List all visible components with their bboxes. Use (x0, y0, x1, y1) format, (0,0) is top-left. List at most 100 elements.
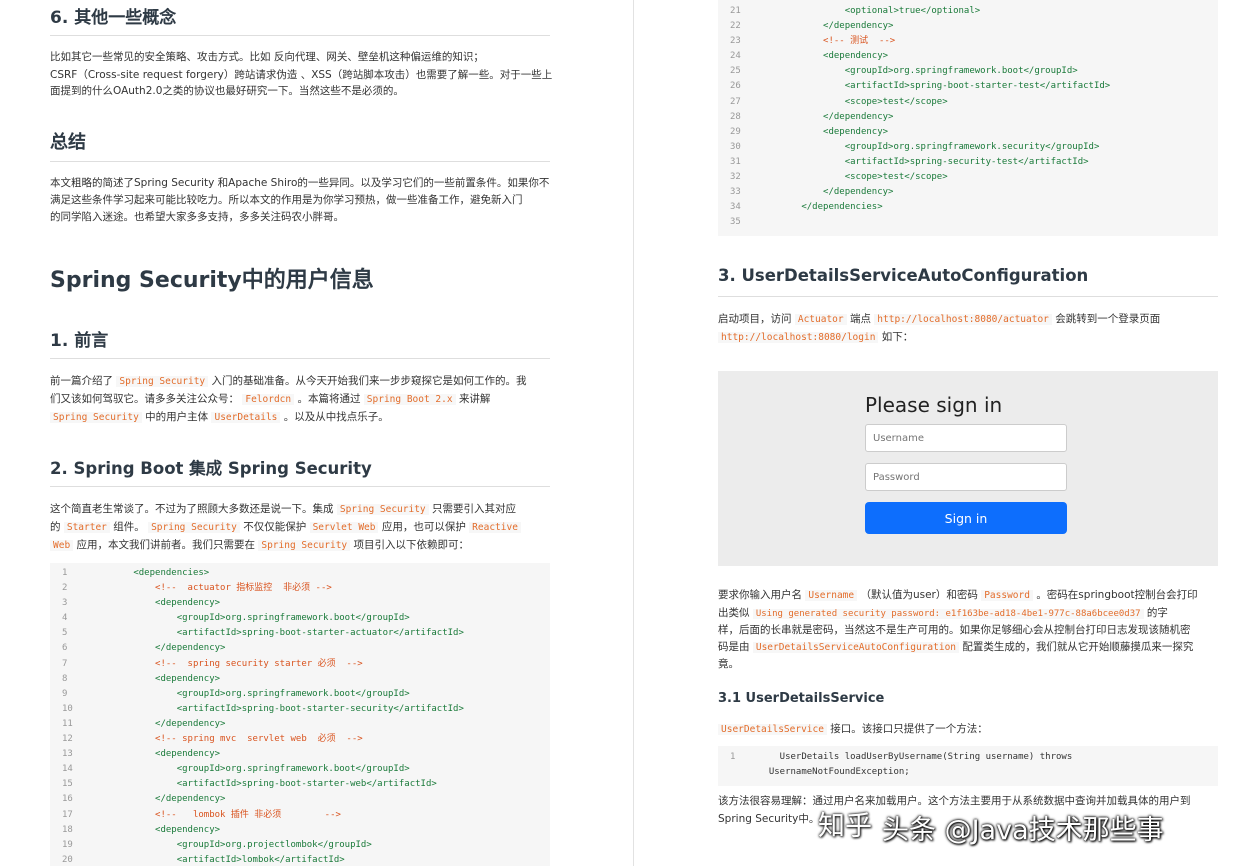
code-line: 22 </dependency> (718, 19, 1218, 34)
code-line: 1 <dependencies> (50, 566, 550, 581)
line-number: 29 (730, 126, 741, 137)
text-span: 的 (50, 521, 61, 533)
code-text: <dependency> (758, 126, 889, 137)
code-text: </dependency> (90, 718, 226, 729)
code-line: 24 <dependency> (718, 49, 1218, 64)
code-line: 18 <dependency> (50, 823, 550, 838)
line-number: 34 (730, 202, 741, 213)
code-line: 34 </dependencies> (718, 200, 1218, 215)
code-text: <!-- lombok 插件 非必须 --> (90, 809, 341, 820)
code-line: 25 <groupId>org.springframework.boot</gr… (718, 64, 1218, 79)
section-1-rule (50, 358, 550, 359)
ending-line-2: Spring Security中。 (718, 813, 820, 825)
sign-in-button[interactable]: Sign in (865, 502, 1067, 534)
line-number: 4 (62, 613, 68, 624)
inline-code: UserDetails (211, 412, 281, 423)
code-line: 5 <artifactId>spring-boot-starter-actuat… (50, 626, 550, 641)
text-span: 只需要引入其对应 (431, 503, 516, 515)
inline-code: Spring Security (50, 412, 142, 423)
section-1-line-2: 们又该如何驾驭它。请多多关注公众号： Felordcn 。本篇将通过 Sprin… (50, 390, 490, 409)
code-text: <artifactId>spring-boot-starter-test</ar… (758, 81, 1111, 92)
summary-heading: 总结 (50, 132, 86, 153)
line-number: 33 (730, 187, 741, 198)
code-line: 11 </dependency> (50, 717, 550, 732)
line-number: 23 (730, 36, 741, 47)
code-text: <groupId>org.projectlombok</groupId> (90, 839, 372, 850)
line-number: 30 (730, 141, 741, 152)
section-3-1-line-1: UserDetailsService 接口。该接口只提供了一个方法： (718, 720, 988, 739)
password-line-5: 竟。 (718, 658, 739, 670)
inline-code: Spring Security (258, 540, 351, 551)
code-text: </dependency> (758, 187, 894, 198)
code-line: 1 UserDetails loadUserByUsername(String … (718, 750, 1218, 765)
line-number: 8 (62, 673, 68, 684)
code-text: </dependencies> (758, 202, 883, 213)
line-number: 15 (62, 779, 73, 790)
code-line: 35 (718, 215, 1218, 230)
inline-code: Spring Security (116, 376, 209, 387)
text-span: 们又该如何驾驭它。请多多关注公众号： (50, 393, 239, 405)
section-2-line-3: Web 应用，本文我们讲前者。我们只需要在 Spring Security 项目… (50, 536, 469, 555)
text-span: 出类似 (718, 607, 750, 619)
inline-code: UserDetailsServiceAutoConfiguration (752, 642, 960, 653)
login-page-screenshot: Please sign in Sign in (718, 371, 1218, 566)
login-title: Please sign in (865, 393, 1003, 417)
code-text: <dependency> (758, 51, 889, 62)
line-number: 11 (62, 718, 73, 729)
code-text: </dependency> (758, 111, 894, 122)
section-3-line-2: http://localhost:8080/login 如下： (718, 328, 913, 347)
code-text: </dependency> (90, 643, 226, 654)
text-span: 不仅仅能保护 (243, 521, 307, 533)
line-number: 21 (730, 6, 741, 16)
password-input[interactable] (865, 463, 1067, 491)
inline-code: http://localhost:8080/actuator (874, 314, 1052, 325)
text-span: 这个简直老生常谈了。不过为了照顾大多数还是说一下。集成 (50, 503, 334, 515)
inline-code: UserDetailsService (718, 724, 827, 735)
inline-code: Actuator (794, 314, 847, 325)
code-text: <groupId>org.springframework.security</g… (758, 141, 1100, 152)
code-line: 9 <groupId>org.springframework.boot</gro… (50, 687, 550, 702)
code-line: UsernameNotFoundException; (718, 765, 1218, 780)
line-number: 12 (62, 734, 73, 745)
text-span: 接口。该接口只提供了一个方法： (830, 723, 988, 735)
section-2-heading: 2. Spring Boot 集成 Spring Security (50, 459, 372, 478)
username-input[interactable] (865, 424, 1067, 452)
code-text: <groupId>org.springframework.boot</group… (90, 613, 410, 624)
line-number: 31 (730, 156, 741, 167)
summary-line-3: 的同学陷入迷途。也希望大家多多支持，多多关注码农小胖哥。 (50, 211, 344, 223)
code-line: 13 <dependency> (50, 747, 550, 762)
code-text: <artifactId>lombok</artifactId> (90, 854, 345, 865)
text-span: 应用，本文我们讲前者。我们只需要在 (76, 539, 256, 551)
code-text: <optional>true</optional> (758, 6, 981, 16)
text-span: 前一篇介绍了 (50, 375, 113, 387)
text-span: 。本篇将通过 (297, 393, 361, 405)
code-line: 8 <dependency> (50, 672, 550, 687)
line-number: 14 (62, 764, 73, 775)
inline-code: Password (981, 590, 1033, 601)
toutiao-watermark: 头条 @Java技术那些事 (882, 815, 1164, 846)
line-number: 22 (730, 21, 741, 32)
code-text: UsernameNotFoundException; (758, 767, 910, 778)
text-span: 会跳转到一个登录页面 (1055, 313, 1161, 325)
inline-code: Spring Boot 2.x (363, 394, 456, 405)
code-line: 14 <groupId>org.springframework.boot</gr… (50, 762, 550, 777)
code-line: 20 <artifactId>lombok</artifactId> (50, 853, 550, 866)
article-title: Spring Security中的用户信息 (50, 268, 374, 293)
line-number: 10 (62, 703, 73, 714)
text-span: 端点 (849, 313, 871, 325)
text-span: 。密码在springboot控制台会打印 (1036, 589, 1198, 601)
code-line: 26 <artifactId>spring-boot-starter-test<… (718, 79, 1218, 94)
code-text: <!-- spring security starter 必须 --> (90, 658, 363, 669)
text-span: 应用，也可以保护 (381, 521, 466, 533)
summary-rule (50, 161, 550, 162)
line-number: 35 (730, 217, 741, 228)
code-text: UserDetails loadUserByUsername(String us… (758, 752, 1073, 762)
summary-line-2: 满足这些条件学习起来可能比较吃力。所以本文的作用是为你学习预热，做一些准备工作，… (50, 194, 523, 206)
line-number: 3 (62, 598, 68, 609)
inline-code: Felordcn (242, 394, 295, 405)
code-text: </dependency> (90, 794, 226, 805)
text-span: 中的用户主体 (145, 411, 209, 423)
line-number: 18 (62, 824, 73, 835)
text-span: 入门的基础准备。从今天开始我们来一步步窥探它是如何工作的。我 (211, 375, 527, 387)
section-6-rule (50, 35, 550, 36)
